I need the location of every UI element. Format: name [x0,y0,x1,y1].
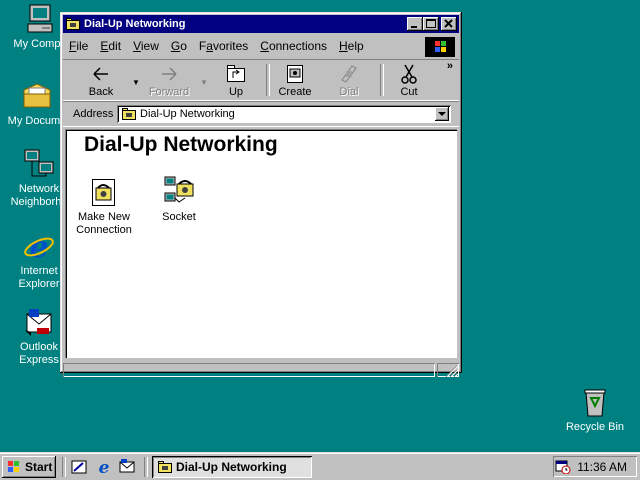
dial-up-folder-icon [122,108,136,120]
close-button[interactable] [441,17,457,31]
taskbar-button-dial-up-networking[interactable]: Dial-Up Networking [152,456,312,478]
computer-icon [24,3,56,35]
windows-logo-icon [435,41,446,52]
item-label: Socket [162,211,196,223]
status-pane-grip[interactable] [437,363,459,378]
forward-label: Forward [148,86,190,98]
item-label: Make New Connection [76,211,132,236]
chevron-down-icon [438,112,446,116]
menu-favorites-label: Favorites [198,39,249,53]
menu-connections-label: Connections [260,39,327,53]
scheduler-icon[interactable] [555,460,571,474]
windows-flag-icon [6,460,22,474]
menu-go[interactable]: Go [165,39,193,53]
windows-logo-throbber [425,37,455,57]
forward-dropdown-icon: ▼ [200,78,208,87]
address-label: Address [73,108,114,120]
back-button[interactable]: Back [73,62,129,98]
up-button[interactable]: Up [208,62,264,98]
dial-up-networking-window: Dial-Up Networking File Edit View Go Fav… [60,12,462,378]
task-divider [144,457,148,477]
menu-edit-label: Edit [100,39,122,53]
forward-button[interactable]: Forward [141,62,197,98]
dial-label: Dial [339,86,359,98]
menu-help-label: Help [339,39,364,53]
menu-help[interactable]: Help [333,39,370,53]
back-arrow-icon [90,64,112,84]
address-value: Dial-Up Networking [140,108,235,120]
maximize-button[interactable] [423,17,439,31]
menu-edit[interactable]: Edit [94,39,127,53]
menu-view[interactable]: View [127,39,165,53]
start-button[interactable]: Start [2,456,56,478]
quick-launch-internet-explorer[interactable]: e [95,458,113,478]
menu-connections[interactable]: Connections [254,39,333,53]
minimize-button[interactable] [407,17,423,31]
back-dropdown-icon[interactable]: ▼ [132,78,140,87]
socket-connection-icon [163,176,195,208]
quick-launch-outlook-express[interactable] [118,458,136,476]
toolbar: Back ▼ Forward ▼ Up Create Dial Cut » [63,59,459,101]
title-bar[interactable]: Dial-Up Networking [63,15,459,33]
window-title: Dial-Up Networking [84,18,186,30]
address-dropdown-button[interactable] [435,107,449,121]
up-folder-icon [225,64,247,84]
menu-file[interactable]: File [63,39,94,53]
cut-button[interactable]: Cut [381,62,437,98]
internet-explorer-icon: e [99,458,110,478]
address-field[interactable]: Dial-Up Networking [117,105,451,123]
system-tray: 11:36 AM [553,456,637,477]
taskbar: Start e Dial-Up Networking 11:36 AM [0,452,640,480]
taskbar-button-label: Dial-Up Networking [176,460,287,474]
create-button[interactable]: Create [267,62,323,98]
folder-icon [21,80,53,112]
clock[interactable]: 11:36 AM [577,460,627,474]
make-new-connection-icon [88,176,120,208]
back-label: Back [88,86,114,98]
dial-button[interactable]: Dial [321,62,377,98]
folder-title: Dial-Up Networking [84,133,278,156]
make-new-connection-item[interactable]: Make New Connection [69,176,139,237]
svg-text:e: e [99,458,110,476]
outlook-express-icon [23,306,55,338]
svg-text:e: e [29,230,48,262]
desktop-icon-recycle-bin[interactable]: Recycle Bin [558,386,632,434]
create-label: Create [278,86,312,98]
socket-connection-item[interactable]: Socket [144,176,214,224]
recycle-bin-icon [579,386,611,418]
close-icon [444,19,453,28]
cut-label: Cut [400,86,418,98]
network-icon [23,148,55,180]
menu-file-label: File [69,39,89,53]
status-pane-main [63,363,435,377]
menu-bar: File Edit View Go Favorites Connections … [63,35,459,57]
dial-up-folder-icon [158,461,172,473]
status-bar [63,361,459,379]
menu-favorites[interactable]: Favorites [193,39,254,53]
start-label: Start [25,460,53,474]
toolbar-more-chevron[interactable]: » [447,60,453,72]
desktop-icon-label: Recycle Bin [565,421,625,433]
minimize-icon [411,26,417,28]
menu-view-label: View [133,39,159,53]
resize-grip-icon [445,365,459,378]
maximize-icon [426,19,436,28]
internet-explorer-icon: e [23,230,55,265]
outlook-express-icon [119,459,135,473]
address-bar: Address Dial-Up Networking [63,101,459,127]
show-desktop-icon [71,460,87,474]
menu-go-label: Go [170,39,187,53]
quick-launch-divider [62,457,66,477]
folder-content-pane: Dial-Up Networking Make New Connection S… [65,129,457,358]
scissors-icon [398,64,420,84]
quick-launch-show-desktop[interactable] [70,458,88,476]
forward-arrow-icon [158,64,180,84]
up-label: Up [228,86,244,98]
create-connection-icon [284,64,306,84]
dial-phone-icon [338,64,360,84]
dial-up-folder-icon [66,18,80,30]
